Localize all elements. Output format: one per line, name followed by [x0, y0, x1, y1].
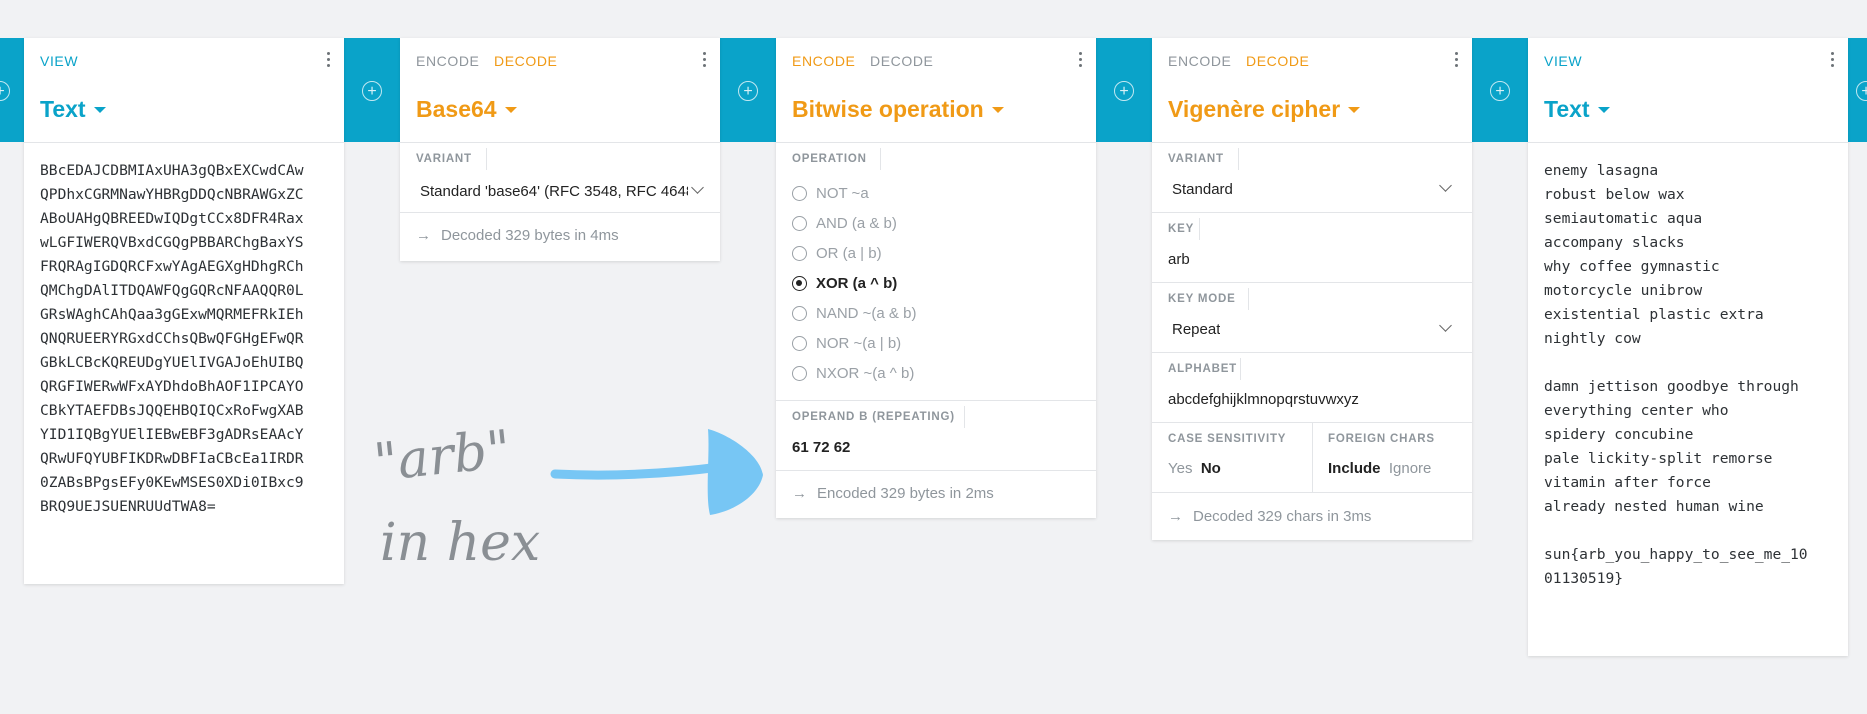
tab-decode[interactable]: DECODE: [1246, 53, 1310, 69]
annotation-line-2: in hex: [380, 513, 540, 573]
radio-icon: [792, 306, 807, 321]
tab-view[interactable]: VIEW: [1544, 53, 1582, 69]
key-value: arb: [1168, 251, 1190, 268]
caret-down-icon: [93, 106, 106, 113]
bitwise-card: ENCODE DECODE Bitwise operation OPERATIO…: [776, 38, 1096, 518]
card-title[interactable]: Bitwise operation: [792, 96, 1004, 123]
operand-field[interactable]: OPERAND B (REPEATING) 61 72 62: [776, 401, 1096, 471]
field-label: KEY MODE: [1168, 293, 1236, 305]
arrow-right-icon: →: [416, 227, 431, 244]
radio-icon: [792, 366, 807, 381]
arrow-icon: [550, 429, 763, 515]
card-title[interactable]: Text: [1544, 96, 1610, 123]
add-operation-icon[interactable]: +: [738, 81, 758, 101]
tab-encode[interactable]: ENCODE: [1168, 53, 1232, 69]
radio-xor[interactable]: XOR (a ^ b): [776, 268, 1096, 298]
more-options-icon[interactable]: [327, 52, 331, 67]
tab-encode[interactable]: ENCODE: [792, 53, 856, 69]
options-row: CASE SENSITIVITY Yes No FOREIGN CHARS In…: [1152, 423, 1472, 493]
more-options-icon[interactable]: [703, 52, 707, 67]
tab-view[interactable]: VIEW: [40, 53, 78, 69]
chevron-down-icon: [1439, 179, 1452, 192]
caret-down-icon: [991, 106, 1004, 113]
radio-not[interactable]: NOT ~a: [776, 178, 1096, 208]
case-yes-option[interactable]: Yes: [1168, 460, 1192, 477]
alphabet-value: abcdefghijklmnopqrstuvwxyz: [1168, 391, 1359, 408]
base64-card: ENCODE DECODE Base64 VARIANT Standard 'b…: [400, 38, 720, 261]
field-label: KEY: [1168, 223, 1195, 235]
operand-value: 61 72 62: [792, 439, 851, 456]
card-title[interactable]: Vigenère cipher: [1168, 96, 1361, 123]
field-label: OPERATION: [792, 153, 867, 165]
variant-select[interactable]: VARIANT Standard: [1152, 143, 1472, 213]
status-text: Encoded 329 bytes in 2ms: [817, 485, 994, 502]
caret-down-icon: [1597, 106, 1610, 113]
tab-decode[interactable]: DECODE: [494, 53, 558, 69]
radio-nxor[interactable]: NXOR ~(a ^ b): [776, 358, 1096, 388]
add-operation-icon[interactable]: +: [1114, 81, 1134, 101]
radio-nand[interactable]: NAND ~(a & b): [776, 298, 1096, 328]
text-content[interactable]: BBcEDAJCDBMIAxUHA3gQBxEXCwdCAw QPDhxCGRM…: [24, 143, 344, 535]
radio-nor[interactable]: NOR ~(a | b): [776, 328, 1096, 358]
key-mode-select[interactable]: KEY MODE Repeat: [1152, 283, 1472, 353]
tab-encode[interactable]: ENCODE: [416, 53, 480, 69]
field-label: VARIANT: [1168, 153, 1224, 165]
arrow-right-icon: →: [1168, 508, 1183, 525]
more-options-icon[interactable]: [1455, 52, 1459, 67]
field-label: FOREIGN CHARS: [1328, 433, 1435, 445]
add-operation-icon[interactable]: +: [1490, 81, 1510, 101]
variant-value: Standard: [1172, 181, 1233, 198]
view-card-output: VIEW Text enemy lasagna robust below wax…: [1528, 38, 1848, 656]
add-operation-icon[interactable]: +: [362, 81, 382, 101]
foreign-include-option[interactable]: Include: [1328, 460, 1381, 477]
operation-field: OPERATION NOT ~a AND (a & b) OR (a | b) …: [776, 143, 1096, 401]
caret-down-icon: [1348, 106, 1361, 113]
arrow-right-icon: →: [792, 485, 807, 502]
variant-value: Standard 'base64' (RFC 3548, RFC 4648): [420, 183, 688, 200]
status-text: Decoded 329 bytes in 4ms: [441, 227, 619, 244]
card-title[interactable]: Text: [40, 96, 106, 123]
key-mode-value: Repeat: [1172, 321, 1221, 338]
radio-selected-icon: [792, 276, 807, 291]
chevron-down-icon: [1439, 319, 1452, 332]
caret-down-icon: [504, 106, 517, 113]
field-label: CASE SENSITIVITY: [1168, 433, 1287, 445]
annotation-line-1: "arb": [371, 420, 514, 494]
alphabet-field[interactable]: ALPHABET abcdefghijklmnopqrstuvwxyz: [1152, 353, 1472, 423]
card-title[interactable]: Base64: [416, 96, 517, 123]
radio-and[interactable]: AND (a & b): [776, 208, 1096, 238]
text-content[interactable]: enemy lasagna robust below wax semiautom…: [1528, 143, 1848, 607]
radio-or[interactable]: OR (a | b): [776, 238, 1096, 268]
field-label: VARIANT: [416, 153, 472, 165]
more-options-icon[interactable]: [1079, 52, 1083, 67]
radio-icon: [792, 186, 807, 201]
variant-select[interactable]: VARIANT Standard 'base64' (RFC 3548, RFC…: [400, 143, 720, 213]
field-label: ALPHABET: [1168, 363, 1238, 375]
chevron-down-icon: [691, 181, 704, 194]
tab-decode[interactable]: DECODE: [870, 53, 934, 69]
status-text: Decoded 329 chars in 3ms: [1193, 508, 1372, 525]
field-label: OPERAND B (REPEATING): [792, 411, 955, 423]
more-options-icon[interactable]: [1831, 52, 1835, 67]
case-no-option[interactable]: No: [1201, 460, 1221, 477]
view-card-input: VIEW Text BBcEDAJCDBMIAxUHA3gQBxEXCwdCAw…: [24, 38, 344, 584]
vigenere-card: ENCODE DECODE Vigenère cipher VARIANT St…: [1152, 38, 1472, 540]
foreign-ignore-option[interactable]: Ignore: [1389, 460, 1432, 477]
radio-icon: [792, 336, 807, 351]
key-field[interactable]: KEY arb: [1152, 213, 1472, 283]
radio-icon: [792, 216, 807, 231]
radio-icon: [792, 246, 807, 261]
